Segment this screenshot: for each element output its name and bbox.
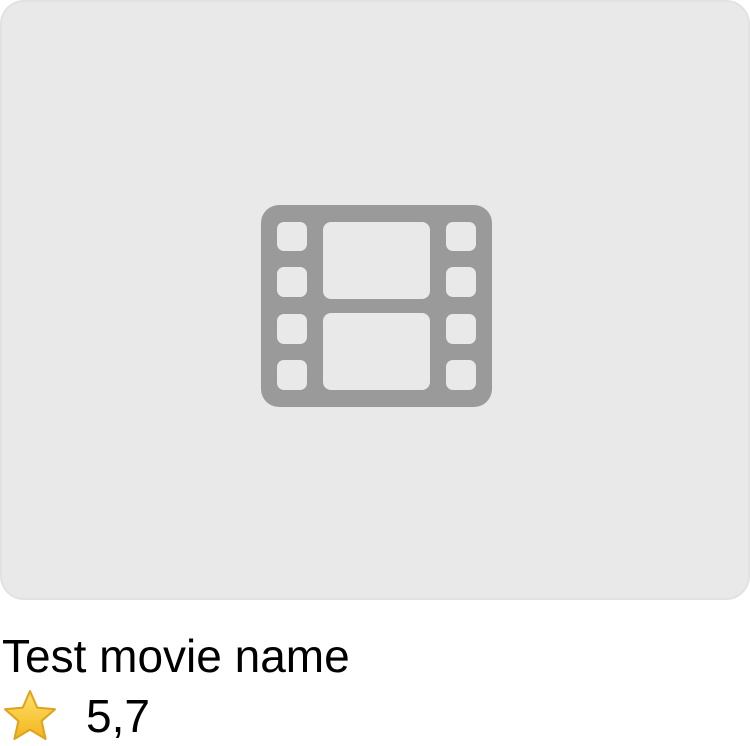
movie-poster-placeholder [0,0,750,600]
rating-row: 5,7 [2,686,150,746]
movie-title: Test movie name [2,630,350,682]
rating-value: 5,7 [86,690,150,742]
film-icon [261,205,492,407]
star-icon [4,690,56,740]
movie-card[interactable]: Test movie name 5,7 [0,0,750,746]
